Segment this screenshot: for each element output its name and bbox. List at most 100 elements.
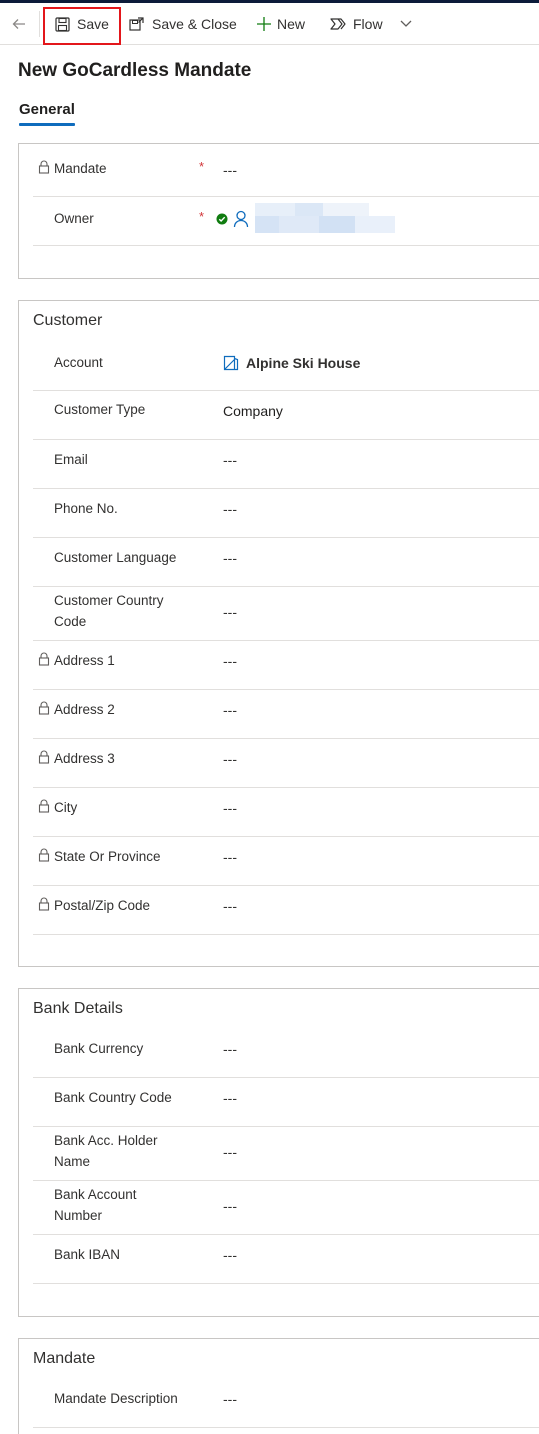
lock-icon [38, 652, 50, 666]
field-row-bank-account-number: Bank Account Number --- [33, 1181, 539, 1235]
field-value[interactable]: --- [223, 653, 237, 669]
field-value[interactable]: --- [223, 751, 237, 767]
field-row-address-2: Address 2 --- [33, 690, 539, 739]
field-label-line2: Name [54, 1154, 91, 1169]
field-row-state: State Or Province --- [33, 837, 539, 886]
field-value[interactable]: Company [223, 403, 283, 419]
chevron-down-icon[interactable] [397, 15, 415, 33]
field-value[interactable]: --- [223, 1144, 237, 1160]
field-row-bank-currency: Bank Currency --- [33, 1029, 539, 1078]
field-label: Bank IBAN [54, 1247, 121, 1262]
field-label: Address 1 [54, 653, 115, 668]
field-label: Customer Type [54, 402, 146, 417]
field-label: Mandate Description [54, 1391, 178, 1406]
bank-details-section: Bank Details Bank Currency --- Bank Coun… [18, 988, 539, 1317]
back-arrow-icon [10, 15, 28, 33]
field-label: Customer Language [54, 550, 177, 565]
required-asterisk: * [199, 209, 205, 224]
field-value[interactable]: --- [223, 501, 237, 517]
field-row-account: Account Alpine Ski House [33, 343, 539, 391]
lock-icon [38, 799, 50, 813]
lock-icon [38, 701, 50, 715]
save-highlight-box [43, 7, 121, 45]
flow-label: Flow [353, 16, 383, 32]
account-link[interactable]: Alpine Ski House [246, 355, 360, 371]
field-row-postal-code: Postal/Zip Code --- [33, 886, 539, 935]
save-and-close-button[interactable]: Save & Close [128, 3, 237, 45]
toolbar-divider [39, 11, 40, 37]
customer-section: Customer Account Alpine Ski House Custom… [18, 300, 539, 967]
tab-general[interactable]: General [19, 101, 75, 124]
field-row-customer-type: Customer Type Company [33, 391, 539, 440]
lock-icon [38, 897, 50, 911]
field-row-phone: Phone No. --- [33, 489, 539, 538]
field-value[interactable]: --- [223, 550, 237, 566]
field-label-line2: Code [54, 614, 87, 629]
new-button[interactable]: New [255, 3, 305, 45]
owner-name-blurred[interactable] [255, 203, 395, 233]
plus-icon [255, 15, 273, 33]
field-label: Address 3 [54, 751, 115, 766]
field-label: Owner [54, 211, 94, 226]
back-button[interactable] [10, 3, 28, 45]
field-row-address-3: Address 3 --- [33, 739, 539, 788]
field-value[interactable]: --- [223, 898, 237, 914]
field-label: State Or Province [54, 849, 161, 864]
mandate-section: Mandate Mandate Description --- [18, 1338, 539, 1434]
field-row-bank-country-code: Bank Country Code --- [33, 1078, 539, 1127]
field-label: Address 2 [54, 702, 115, 717]
general-section: Mandate * --- Owner * [18, 143, 539, 279]
field-label: Customer Country [54, 593, 164, 608]
field-row-city: City --- [33, 788, 539, 837]
section-title: Bank Details [33, 1000, 123, 1017]
lock-icon [38, 160, 50, 174]
field-label: Bank Currency [54, 1041, 144, 1056]
presence-available-icon [216, 213, 228, 225]
field-value[interactable]: --- [223, 604, 237, 620]
field-row-mandate: Mandate * --- [33, 144, 539, 197]
field-value[interactable]: --- [223, 452, 237, 468]
section-title: Customer [33, 312, 103, 329]
field-label: Bank Country Code [54, 1090, 172, 1105]
field-label-line2: Number [54, 1208, 103, 1223]
field-value[interactable]: --- [223, 1391, 237, 1407]
field-row-address-1: Address 1 --- [33, 641, 539, 690]
field-row-bank-acc-holder: Bank Acc. Holder Name --- [33, 1127, 539, 1181]
field-row-owner: Owner * [33, 197, 539, 246]
section-title: Mandate [33, 1350, 96, 1367]
flow-icon [329, 15, 347, 33]
command-bar: Save Save & Close New Flow [0, 3, 539, 45]
user-icon [233, 210, 249, 228]
field-label: Phone No. [54, 501, 118, 516]
field-label: Account [54, 355, 103, 370]
lock-icon [38, 750, 50, 764]
field-label: Bank Acc. Holder [54, 1133, 158, 1148]
lock-icon [38, 848, 50, 862]
new-label: New [277, 16, 306, 32]
field-value[interactable]: --- [223, 800, 237, 816]
required-asterisk: * [199, 159, 205, 174]
field-label: City [54, 800, 78, 815]
field-value[interactable]: --- [223, 849, 237, 865]
save-and-close-label: Save & Close [152, 16, 237, 32]
field-value[interactable]: --- [223, 1090, 237, 1106]
field-value[interactable]: --- [223, 1198, 237, 1214]
save-and-close-icon [128, 15, 146, 33]
field-row-customer-language: Customer Language --- [33, 538, 539, 587]
field-label: Email [54, 452, 88, 467]
flow-button[interactable]: Flow [329, 3, 415, 45]
field-value[interactable]: --- [223, 162, 237, 178]
tab-active-indicator [19, 123, 75, 126]
field-row-customer-country-code: Customer Country Code --- [33, 587, 539, 641]
account-record-icon [223, 355, 239, 371]
page-title: New GoCardless Mandate [18, 60, 252, 81]
field-value[interactable]: --- [223, 702, 237, 718]
field-label: Bank Account [54, 1187, 137, 1202]
field-row-email: Email --- [33, 440, 539, 489]
field-label: Mandate [54, 161, 107, 176]
field-value[interactable]: --- [223, 1247, 237, 1263]
field-row-bank-iban: Bank IBAN --- [33, 1235, 539, 1284]
field-label: Postal/Zip Code [54, 898, 151, 913]
field-row-mandate-description: Mandate Description --- [33, 1379, 539, 1428]
field-value[interactable]: --- [223, 1041, 237, 1057]
